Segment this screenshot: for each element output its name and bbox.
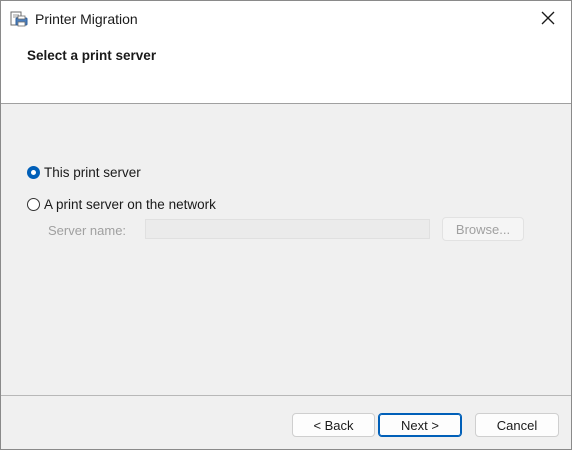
- footer-divider: [1, 395, 571, 396]
- radio-this-print-server[interactable]: [27, 165, 40, 179]
- browse-button[interactable]: Browse...: [442, 217, 524, 241]
- option-this-print-server[interactable]: This print server: [27, 163, 141, 181]
- next-button[interactable]: Next >: [378, 413, 462, 437]
- printer-migration-window: Printer Migration Select a print server …: [0, 0, 572, 450]
- server-name-label: Server name:: [48, 223, 127, 238]
- wizard-header: Select a print server: [1, 37, 571, 104]
- server-name-input[interactable]: [145, 219, 430, 239]
- close-icon: [541, 11, 555, 28]
- close-button[interactable]: [525, 1, 571, 37]
- option-label: A print server on the network: [44, 196, 216, 212]
- option-network-print-server[interactable]: A print server on the network: [27, 195, 216, 213]
- back-button[interactable]: < Back: [292, 413, 375, 437]
- option-label: This print server: [44, 164, 141, 180]
- page-title: Select a print server: [27, 48, 157, 63]
- window-title: Printer Migration: [35, 11, 138, 27]
- radio-network-print-server[interactable]: [27, 197, 40, 211]
- printer-icon: [10, 10, 28, 28]
- cancel-button[interactable]: Cancel: [475, 413, 559, 437]
- title-bar: Printer Migration: [1, 1, 571, 37]
